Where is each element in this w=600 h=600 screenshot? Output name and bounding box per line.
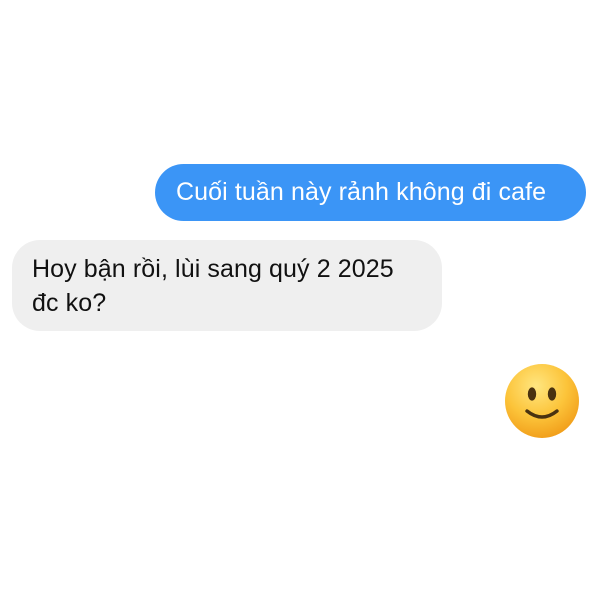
emoji-face bbox=[505, 364, 579, 438]
sent-message-bubble[interactable]: Cuối tuần này rảnh không đi cafe bbox=[155, 164, 586, 221]
received-message-bubble[interactable]: Hoy bận rồi, lùi sang quý 2 2025 đc ko? bbox=[12, 240, 442, 331]
slightly-smiling-face-emoji[interactable] bbox=[504, 363, 580, 439]
emoji-left-eye bbox=[527, 387, 537, 401]
emoji-right-eye bbox=[547, 387, 557, 401]
conversation-thread: Cuối tuần này rảnh không đi cafe Hoy bận… bbox=[0, 0, 600, 600]
